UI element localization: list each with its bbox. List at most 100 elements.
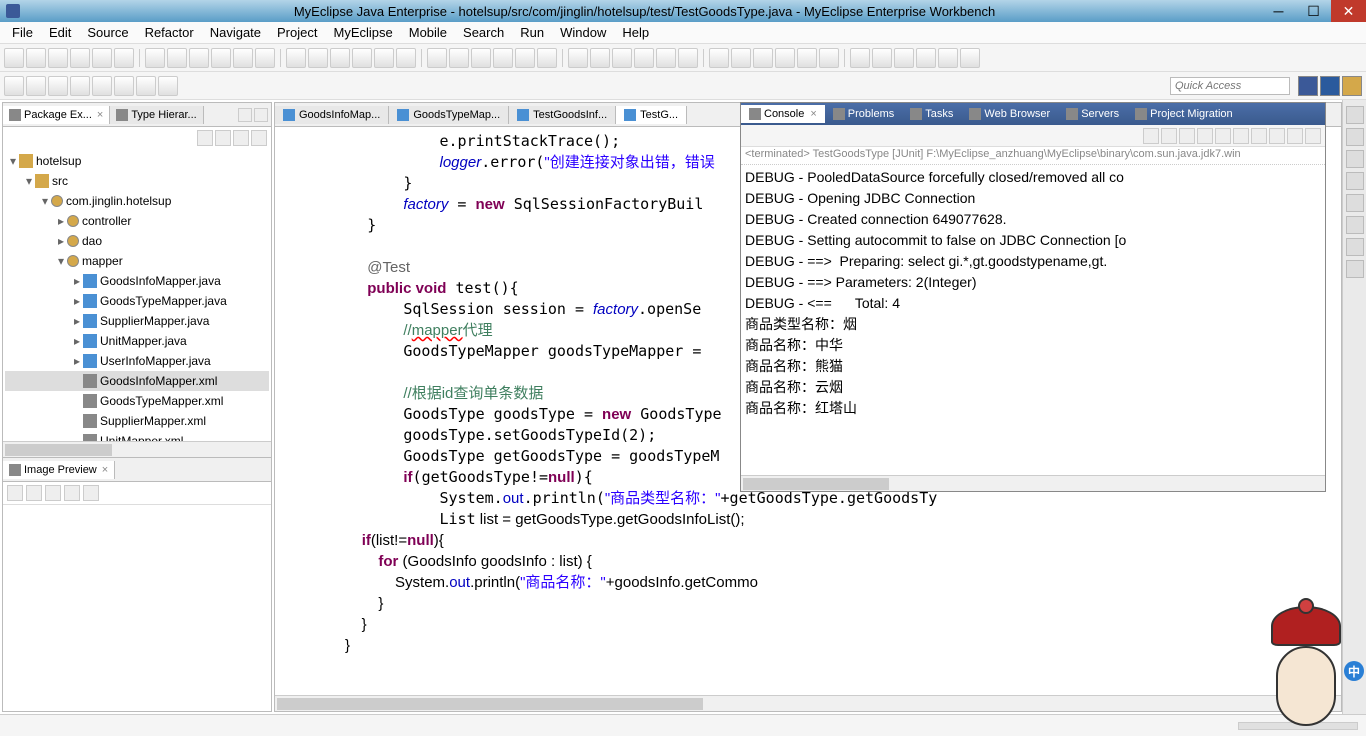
expand-arrow-icon[interactable]: ▸ [71,294,83,308]
minimize-view-icon[interactable] [251,130,267,146]
quick-access-input[interactable] [1170,77,1290,95]
toolbar-button[interactable] [872,48,892,68]
toolbar-button[interactable] [233,48,253,68]
toolbar-button[interactable] [678,48,698,68]
toolbar-button[interactable] [731,48,751,68]
tree-item[interactable]: ▸UserInfoMapper.java [5,351,269,371]
toolbar-button[interactable] [26,76,46,96]
trim-icon[interactable] [1346,172,1364,190]
tree-item[interactable]: ▸UnitMapper.java [5,331,269,351]
toolbar-button[interactable] [26,48,46,68]
tab-web-browser[interactable]: Web Browser [961,105,1058,123]
toolbar-button[interactable] [515,48,535,68]
console-horizontal-scrollbar[interactable] [741,475,1325,491]
trim-icon[interactable] [1346,106,1364,124]
close-icon[interactable]: × [97,109,103,121]
toolbar-button[interactable] [775,48,795,68]
toolbar-button[interactable] [114,76,134,96]
horizontal-scrollbar[interactable] [3,441,271,457]
expand-arrow-icon[interactable]: ▾ [39,194,51,208]
tab-tasks[interactable]: Tasks [902,105,961,123]
toolbar-button[interactable] [92,76,112,96]
perspective-button[interactable] [1298,76,1318,96]
toolbar-button[interactable] [568,48,588,68]
console-output[interactable]: DEBUG - PooledDataSource forcefully clos… [741,165,1325,475]
tree-item[interactable]: SupplierMapper.xml [5,411,269,431]
menu-edit[interactable]: Edit [41,23,79,42]
toolbar-button[interactable] [709,48,729,68]
menu-run[interactable]: Run [512,23,552,42]
expand-arrow-icon[interactable]: ▾ [7,154,19,168]
tree-item[interactable]: ▸controller [5,211,269,231]
remove-all-icon[interactable] [1179,128,1195,144]
menu-search[interactable]: Search [455,23,512,42]
tree-item[interactable]: GoodsInfoMapper.xml [5,371,269,391]
toolbar-button[interactable] [427,48,447,68]
minimize-view-icon[interactable] [238,108,252,122]
trim-icon[interactable] [1346,194,1364,212]
maximize-view-icon[interactable] [254,108,268,122]
menu-source[interactable]: Source [79,23,136,42]
expand-arrow-icon[interactable]: ▾ [55,254,67,268]
maximize-icon[interactable] [1305,128,1321,144]
minimize-icon[interactable] [1287,128,1303,144]
remove-launch-icon[interactable] [1161,128,1177,144]
zoom-100-icon[interactable] [64,485,80,501]
trim-icon[interactable] [1346,150,1364,168]
menu-help[interactable]: Help [614,23,657,42]
toolbar-button[interactable] [960,48,980,68]
toolbar-button[interactable] [308,48,328,68]
collapse-all-icon[interactable] [197,130,213,146]
menu-window[interactable]: Window [552,23,614,42]
trim-icon[interactable] [1346,128,1364,146]
editor-tab[interactable]: GoodsInfoMap... [275,106,389,124]
toolbar-button[interactable] [4,76,24,96]
toolbar-button[interactable] [938,48,958,68]
menu-navigate[interactable]: Navigate [202,23,269,42]
package-tree[interactable]: ▾hotelsup▾src▾com.jinglin.hotelsup▸contr… [3,149,271,441]
toolbar-button[interactable] [136,76,156,96]
tree-item[interactable]: ▾src [5,171,269,191]
expand-arrow-icon[interactable]: ▸ [71,354,83,368]
tab-console[interactable]: Console× [741,105,825,123]
tree-item[interactable]: ▸SupplierMapper.java [5,311,269,331]
tab-type-hierar-[interactable]: Type Hierar... [110,106,203,124]
close-icon[interactable]: × [102,464,108,476]
tree-item[interactable]: ▾hotelsup [5,151,269,171]
toolbar-button[interactable] [4,48,24,68]
zoom-fit-icon[interactable] [45,485,61,501]
tab-servers[interactable]: Servers [1058,105,1127,123]
tree-item[interactable]: ▾mapper [5,251,269,271]
tree-item[interactable]: ▸GoodsTypeMapper.java [5,291,269,311]
toolbar-button[interactable] [797,48,817,68]
tab-project-migration[interactable]: Project Migration [1127,105,1241,123]
toolbar-button[interactable] [167,48,187,68]
menu-myeclipse[interactable]: MyEclipse [325,23,400,42]
trim-icon[interactable] [1346,260,1364,278]
expand-arrow-icon[interactable]: ▸ [71,334,83,348]
toolbar-button[interactable] [211,48,231,68]
expand-arrow-icon[interactable]: ▸ [71,274,83,288]
toolbar-button[interactable] [374,48,394,68]
display-console-icon[interactable] [1251,128,1267,144]
trim-icon[interactable] [1346,216,1364,234]
toolbar-button[interactable] [819,48,839,68]
toolbar-button[interactable] [493,48,513,68]
toolbar-button[interactable] [634,48,654,68]
toolbar-button[interactable] [145,48,165,68]
toolbar-button[interactable] [330,48,350,68]
terminate-icon[interactable] [1143,128,1159,144]
toolbar-button[interactable] [352,48,372,68]
menu-mobile[interactable]: Mobile [401,23,455,42]
expand-arrow-icon[interactable]: ▸ [55,234,67,248]
editor-tab[interactable]: TestGoodsInf... [509,106,616,124]
toolbar-button[interactable] [590,48,610,68]
toolbar-button[interactable] [70,48,90,68]
perspective-button[interactable] [1320,76,1340,96]
tree-item[interactable]: ▸dao [5,231,269,251]
menu-refactor[interactable]: Refactor [137,23,202,42]
toolbar-button[interactable] [753,48,773,68]
toolbar-button[interactable] [656,48,676,68]
toolbar-button[interactable] [189,48,209,68]
toolbar-button[interactable] [396,48,416,68]
